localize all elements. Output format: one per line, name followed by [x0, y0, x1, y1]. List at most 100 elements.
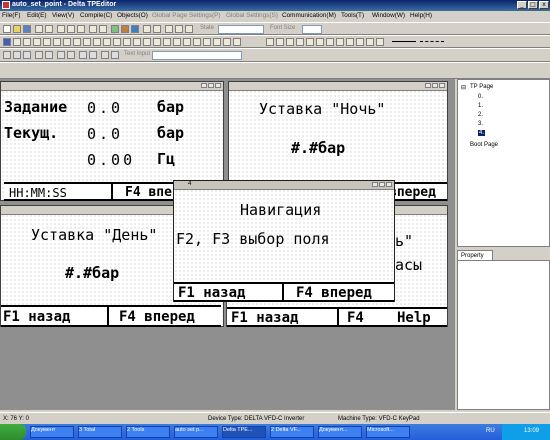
start-button[interactable]	[0, 424, 26, 440]
zoom-in-icon[interactable]	[143, 25, 151, 33]
page4-f4-button[interactable]: F4	[347, 310, 364, 326]
page2-minimize-button[interactable]	[425, 83, 431, 88]
line-tool-icon[interactable]	[266, 38, 274, 46]
rectangle-tool-icon[interactable]	[276, 38, 284, 46]
page2-close-button[interactable]	[439, 83, 445, 88]
pattern-tool-icon[interactable]	[376, 38, 384, 46]
align-bottom-icon[interactable]	[23, 51, 31, 59]
cut-icon[interactable]	[57, 25, 65, 33]
page-window-5[interactable]: 4 Навигация F2, F3 выбор поля F1 назад F…	[173, 180, 395, 302]
download-icon[interactable]	[121, 25, 129, 33]
page1-minimize-button[interactable]	[201, 83, 207, 88]
menu-communication[interactable]: Communication(M)	[282, 12, 336, 19]
italic-icon[interactable]	[111, 51, 119, 59]
preview-icon[interactable]	[45, 25, 53, 33]
graph-object-icon[interactable]	[203, 38, 211, 46]
round-rect-tool-icon[interactable]	[326, 38, 334, 46]
taskbar-item-7[interactable]: Документ...	[318, 426, 362, 438]
current-value[interactable]: 0.0	[87, 125, 123, 143]
macro-object-icon[interactable]	[133, 38, 141, 46]
page4-f1-back-button[interactable]: F1 назад	[231, 310, 298, 326]
pen-tool-icon[interactable]	[356, 38, 364, 46]
meter-object-icon[interactable]	[113, 38, 121, 46]
taskbar-item-5[interactable]: Delta TPE...	[222, 426, 266, 438]
alarm-object-icon[interactable]	[93, 38, 101, 46]
page5-f1-back-button[interactable]: F1 назад	[178, 285, 245, 301]
select-icon[interactable]	[3, 38, 11, 46]
page-object-icon[interactable]	[123, 38, 131, 46]
align-right-icon[interactable]	[185, 25, 193, 33]
ellipse-tool-icon[interactable]	[296, 38, 304, 46]
color-tool-icon[interactable]	[366, 38, 374, 46]
zoom-out-icon[interactable]	[153, 25, 161, 33]
other-object-icon[interactable]	[233, 38, 241, 46]
tree-item-page-1[interactable]: 1.	[478, 103, 483, 109]
bold-icon[interactable]	[101, 51, 109, 59]
chart-object-icon[interactable]	[103, 38, 111, 46]
text-input-field[interactable]	[152, 51, 242, 60]
font-size-combo[interactable]	[302, 25, 322, 34]
tree-root-tp-page[interactable]: TP Page	[470, 84, 493, 90]
night-setpoint-value[interactable]: #.#бар	[291, 139, 345, 157]
menu-objects[interactable]: Objects(O)	[117, 12, 148, 19]
day-setpoint-value[interactable]: #.#бар	[65, 264, 119, 282]
bitmap-object-icon[interactable]	[33, 38, 41, 46]
tree-item-page-4[interactable]: 4.	[478, 130, 486, 136]
align-left-icon[interactable]	[165, 25, 173, 33]
page5-maximize-button[interactable]	[379, 182, 385, 187]
page3-f1-back-button[interactable]: F1 назад	[3, 309, 70, 325]
same-height-icon[interactable]	[45, 51, 53, 59]
close-button[interactable]: x	[539, 1, 549, 9]
group-icon[interactable]	[79, 51, 87, 59]
page1-close-button[interactable]	[215, 83, 221, 88]
ungroup-icon[interactable]	[89, 51, 97, 59]
align-middle-icon[interactable]	[13, 51, 21, 59]
lamp-object-icon[interactable]	[63, 38, 71, 46]
filled-rect-tool-icon[interactable]	[286, 38, 294, 46]
polygon-tool-icon[interactable]	[336, 38, 344, 46]
fill-tool-icon[interactable]	[346, 38, 354, 46]
clock-object-icon[interactable]	[73, 38, 81, 46]
state-combo[interactable]	[218, 25, 264, 34]
menu-compile[interactable]: Compile(C)	[80, 12, 112, 19]
page-window-2-titlebar[interactable]	[229, 82, 447, 91]
tree-item-page-0[interactable]: 0.	[478, 94, 483, 100]
taskbar-item-4[interactable]: auto set p...	[174, 426, 218, 438]
button-object-icon[interactable]	[53, 38, 61, 46]
taskbar-item-8[interactable]: Microsoft...	[366, 426, 410, 438]
time-object-icon[interactable]	[223, 38, 231, 46]
align-center-icon[interactable]	[175, 25, 183, 33]
page2-maximize-button[interactable]	[432, 83, 438, 88]
menu-window[interactable]: Window(W)	[372, 12, 405, 19]
recipe-object-icon[interactable]	[143, 38, 151, 46]
scroll-object-icon[interactable]	[183, 38, 191, 46]
page1-maximize-button[interactable]	[208, 83, 214, 88]
page-window-1-titlebar[interactable]	[1, 82, 223, 91]
compile-icon[interactable]	[111, 25, 119, 33]
tree-item-page-3[interactable]: 3.	[478, 121, 483, 127]
clock-field[interactable]: HH:MM:SS	[9, 186, 67, 200]
keypad-object-icon[interactable]	[173, 38, 181, 46]
frequency-value[interactable]: 0.00	[87, 151, 135, 169]
menu-edit[interactable]: Edit(E)	[27, 12, 47, 19]
minimize-button[interactable]: _	[517, 1, 527, 9]
page-window-5-titlebar[interactable]: 4	[174, 181, 394, 190]
bring-front-icon[interactable]	[57, 51, 65, 59]
print-icon[interactable]	[35, 25, 43, 33]
taskbar-item-3[interactable]: 2 Tools	[126, 426, 170, 438]
send-back-icon[interactable]	[67, 51, 75, 59]
numeric-object-icon[interactable]	[23, 38, 31, 46]
page5-minimize-button[interactable]	[372, 182, 378, 187]
data-object-icon[interactable]	[153, 38, 161, 46]
page5-f4-forward-button[interactable]: F4 вперед	[296, 285, 372, 301]
language-indicator[interactable]: RU	[486, 428, 495, 434]
text-object-icon[interactable]	[13, 38, 21, 46]
page2-forward-button[interactable]: вперед	[389, 185, 436, 200]
upload-icon[interactable]	[131, 25, 139, 33]
taskbar-item-2[interactable]: 3 Total	[78, 426, 122, 438]
page3-f4-forward-button[interactable]: F4 вперед	[119, 309, 195, 325]
page5-close-button[interactable]	[386, 182, 392, 187]
list-object-icon[interactable]	[193, 38, 201, 46]
tree-boot-page[interactable]: Boot Page	[470, 142, 498, 148]
undo-icon[interactable]	[89, 25, 97, 33]
